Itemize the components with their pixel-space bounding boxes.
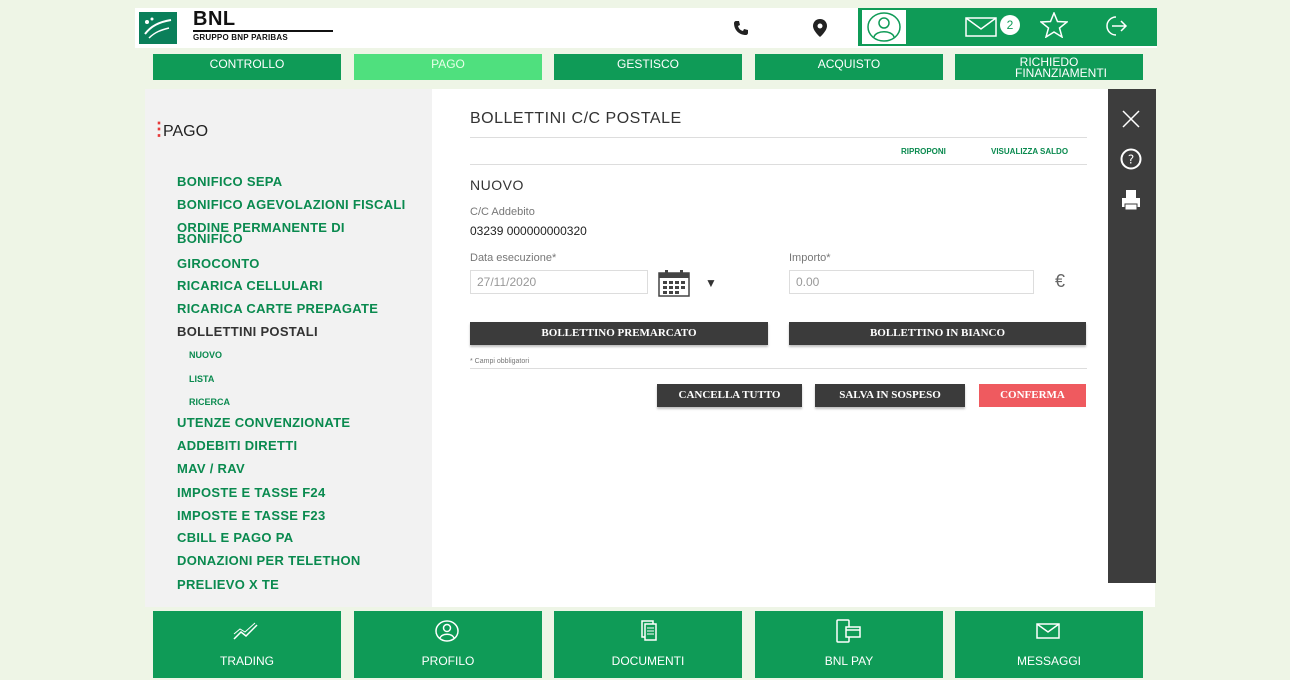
bollettino-bianco-button[interactable]: BOLLETTINO IN BIANCO xyxy=(789,322,1086,345)
amount-input[interactable] xyxy=(789,270,1034,294)
sidebar-title: PAGO xyxy=(163,123,209,140)
bottom-trading-button[interactable]: TRADING xyxy=(153,611,341,678)
mobile-pay-icon xyxy=(836,619,861,643)
chart-line-icon xyxy=(233,622,258,640)
bottom-label: DOCUMENTI xyxy=(611,654,685,668)
nav-pago[interactable]: PAGO xyxy=(354,54,542,80)
calendar-icon[interactable] xyxy=(658,269,690,297)
bottom-messaggi-button[interactable]: MESSAGGI xyxy=(955,611,1143,678)
sidebar-item-bonifico-sepa[interactable]: BONIFICO SEPA xyxy=(177,175,417,188)
messages-badge: 2 xyxy=(1000,15,1020,35)
sidebar-item-bonifico-agevolazioni[interactable]: BONIFICO AGEVOLAZIONI FISCALI xyxy=(177,198,417,211)
divider xyxy=(470,368,1087,369)
nav-controllo[interactable]: CONTROLLO xyxy=(153,54,341,80)
sidebar-item-addebiti[interactable]: ADDEBITI DIRETTI xyxy=(177,439,417,452)
nav-richiedo-finanziamenti[interactable]: RICHIEDO FINANZIAMENTI xyxy=(955,54,1143,80)
sidebar-item-ricarica-cellulari[interactable]: RICARICA CELLULARI xyxy=(177,279,417,292)
salva-sospeso-button[interactable]: SALVA IN SOSPESO xyxy=(815,384,965,407)
sidebar-item-bollettini-postali[interactable]: BOLLETTINI POSTALI xyxy=(177,325,417,338)
sidebar-item-telethon[interactable]: DONAZIONI PER TELETHON xyxy=(177,554,417,567)
date-input[interactable] xyxy=(470,270,648,294)
svg-text:?: ? xyxy=(1128,153,1134,167)
sidebar-item-prelievo[interactable]: PRELIEVO X TE xyxy=(177,578,417,591)
section-title: NUOVO xyxy=(470,177,524,193)
cancella-tutto-button[interactable]: CANCELLA TUTTO xyxy=(657,384,802,407)
user-icon xyxy=(867,12,901,42)
sidebar-item-f23[interactable]: IMPOSTE E TASSE F23 xyxy=(177,509,417,522)
mail-icon xyxy=(1036,623,1060,639)
brand-underline xyxy=(193,30,333,32)
nav-acquisto[interactable]: ACQUISTO xyxy=(755,54,943,80)
close-icon[interactable] xyxy=(1121,109,1141,134)
bottom-documenti-button[interactable]: DOCUMENTI xyxy=(554,611,742,678)
required-fields-note: * Campi obbligatori xyxy=(470,358,530,365)
sidebar-subitem-nuovo[interactable]: NUOVO xyxy=(189,350,222,360)
bnl-logo[interactable] xyxy=(139,12,177,44)
date-label: Data esecuzione* xyxy=(470,252,557,264)
logout-icon[interactable] xyxy=(1104,15,1128,42)
divider xyxy=(470,164,1087,165)
help-icon[interactable]: ? xyxy=(1120,148,1142,175)
visualizza-saldo-link[interactable]: VISUALIZZA SALDO xyxy=(991,147,1068,156)
location-pin-icon[interactable] xyxy=(813,19,827,42)
user-button[interactable] xyxy=(862,10,906,44)
sidebar-subitem-lista[interactable]: LISTA xyxy=(189,374,214,384)
sidebar-subitem-ricerca[interactable]: RICERCA xyxy=(189,397,230,407)
bottom-label: BNL PAY xyxy=(824,654,874,668)
user-icon xyxy=(435,620,459,642)
page-title: BOLLETTINI C/C POSTALE xyxy=(470,110,682,127)
bollettino-premarcato-button[interactable]: BOLLETTINO PREMARCATO xyxy=(470,322,768,345)
document-icon xyxy=(641,620,657,641)
brand-name: BNL xyxy=(193,8,236,30)
bottom-label: TRADING xyxy=(220,654,274,668)
sidebar-item-ordine-permanente[interactable]: ORDINE PERMANENTE DI BONIFICO xyxy=(177,221,377,245)
account-label: C/C Addebito xyxy=(470,206,535,218)
bottom-bnl-pay-button[interactable]: BNL PAY xyxy=(755,611,943,678)
conferma-button[interactable]: CONFERMA xyxy=(979,384,1086,407)
sidebar-item-f24[interactable]: IMPOSTE E TASSE F24 xyxy=(177,486,417,499)
bottom-profilo-button[interactable]: PROFILO xyxy=(354,611,542,678)
print-icon[interactable] xyxy=(1121,189,1141,216)
sidebar-item-mav-rav[interactable]: MAV / RAV xyxy=(177,462,417,475)
sidebar-item-cbill[interactable]: CBILL E PAGO PA xyxy=(177,531,417,544)
sidebar-item-utenze[interactable]: UTENZE CONVENZIONATE xyxy=(177,416,417,429)
currency-symbol: € xyxy=(1055,271,1066,291)
brand-group: GRUPPO BNP PARIBAS xyxy=(193,33,288,42)
amount-label: Importo* xyxy=(789,252,831,264)
mail-icon[interactable] xyxy=(965,17,997,42)
phone-icon[interactable] xyxy=(733,20,749,41)
bottom-label: MESSAGGI xyxy=(1016,654,1081,668)
nav-gestisco[interactable]: GESTISCO xyxy=(554,54,742,80)
sidebar-item-giroconto[interactable]: GIROCONTO xyxy=(177,257,417,270)
bottom-label: PROFILO xyxy=(421,654,475,668)
divider xyxy=(470,137,1087,138)
riproponi-link[interactable]: RIPROPONI xyxy=(901,147,946,156)
account-value: 03239 000000000320 xyxy=(470,224,587,238)
chevron-down-icon[interactable]: ▼ xyxy=(705,276,717,290)
star-icon[interactable] xyxy=(1038,11,1070,43)
sidebar-item-ricarica-carte[interactable]: RICARICA CARTE PREPAGATE xyxy=(177,302,417,315)
